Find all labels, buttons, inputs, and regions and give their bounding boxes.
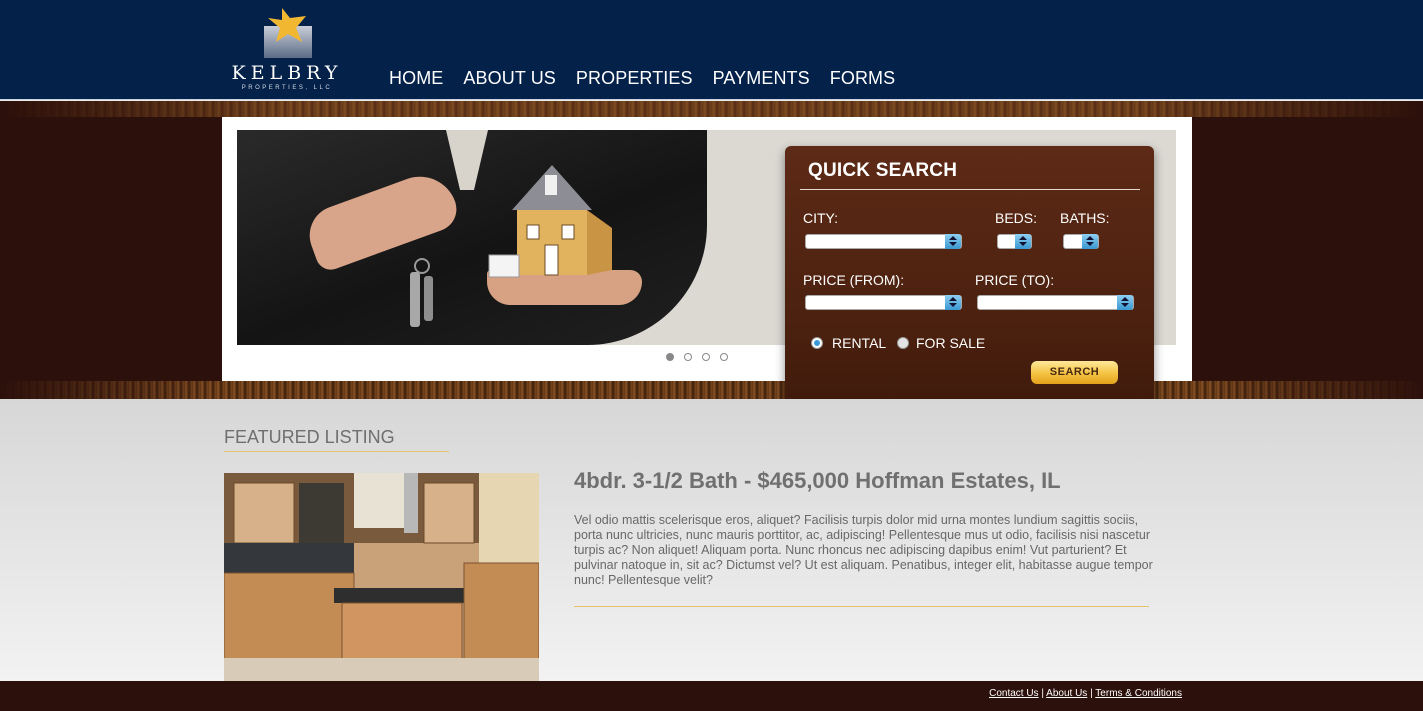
quick-search-divider <box>800 189 1140 190</box>
slider-dot-3[interactable] <box>702 353 710 361</box>
city-label: CITY: <box>803 210 839 226</box>
nav-about-us[interactable]: ABOUT US <box>463 68 556 89</box>
nav-properties[interactable]: PROPERTIES <box>576 68 693 89</box>
select-arrows-icon <box>1015 234 1031 249</box>
kelbry-logo[interactable]: KELBRY PROPERTIES, LLC <box>228 6 346 96</box>
footer-links: Contact Us | About Us | Terms & Conditio… <box>989 688 1182 699</box>
footer-terms-link[interactable]: Terms & Conditions <box>1095 688 1182 699</box>
featured-kitchen-image[interactable] <box>224 473 539 681</box>
rental-radio[interactable] <box>811 337 823 349</box>
brand-name: KELBRY <box>231 62 343 84</box>
kitchen-photo <box>224 473 539 681</box>
slider-dot-2[interactable] <box>684 353 692 361</box>
nav-payments[interactable]: PAYMENTS <box>713 68 810 89</box>
main-nav: HOME ABOUT US PROPERTIES PAYMENTS FORMS <box>389 68 915 89</box>
baths-label: BATHS: <box>1060 210 1110 226</box>
listing-divider <box>574 606 1149 607</box>
for-sale-label: FOR SALE <box>916 335 986 351</box>
footer-contact-link[interactable]: Contact Us <box>989 688 1038 699</box>
wood-strip-bottom <box>0 381 1423 399</box>
price-to-select[interactable] <box>977 295 1134 310</box>
select-arrows-icon <box>945 234 961 249</box>
select-arrows-icon <box>945 295 961 310</box>
house-icon <box>488 165 612 278</box>
slider-dot-4[interactable] <box>720 353 728 361</box>
keys-icon <box>410 258 433 327</box>
wood-strip-top <box>0 101 1423 117</box>
logo-mark-icon <box>264 8 312 58</box>
nav-home[interactable]: HOME <box>389 68 443 89</box>
site-header: KELBRY PROPERTIES, LLC HOME ABOUT US PRO… <box>0 0 1423 100</box>
for-sale-radio[interactable] <box>897 337 909 349</box>
city-select[interactable] <box>805 234 962 249</box>
beds-select[interactable] <box>997 234 1032 249</box>
quick-search-title: QUICK SEARCH <box>808 160 958 181</box>
select-arrows-icon <box>1117 295 1133 310</box>
beds-label: BEDS: <box>995 210 1038 226</box>
select-arrows-icon <box>1082 234 1098 249</box>
slider-dots <box>666 353 728 361</box>
site-footer: Contact Us | About Us | Terms & Conditio… <box>0 681 1423 711</box>
price-from-select[interactable] <box>805 295 962 310</box>
listing-title[interactable]: 4bdr. 3-1/2 Bath - $465,000 Hoffman Esta… <box>574 468 1061 494</box>
slider-dot-1[interactable] <box>666 353 674 361</box>
footer-about-link[interactable]: About Us <box>1046 688 1087 699</box>
baths-select[interactable] <box>1063 234 1099 249</box>
featured-heading-rule <box>224 451 449 452</box>
nav-forms[interactable]: FORMS <box>830 68 896 89</box>
price-from-label: PRICE (FROM): <box>803 272 905 288</box>
featured-heading: FEATURED LISTING <box>224 427 395 447</box>
rental-label: RENTAL <box>832 335 887 351</box>
quick-search-panel: QUICK SEARCH CITY: BEDS: BATHS: PRICE (F… <box>785 146 1154 416</box>
listing-description: Vel odio mattis scelerisque eros, alique… <box>574 513 1153 587</box>
price-to-label: PRICE (TO): <box>975 272 1055 288</box>
search-button[interactable]: SEARCH <box>1031 361 1118 384</box>
brand-subtitle: PROPERTIES, LLC <box>241 85 333 91</box>
